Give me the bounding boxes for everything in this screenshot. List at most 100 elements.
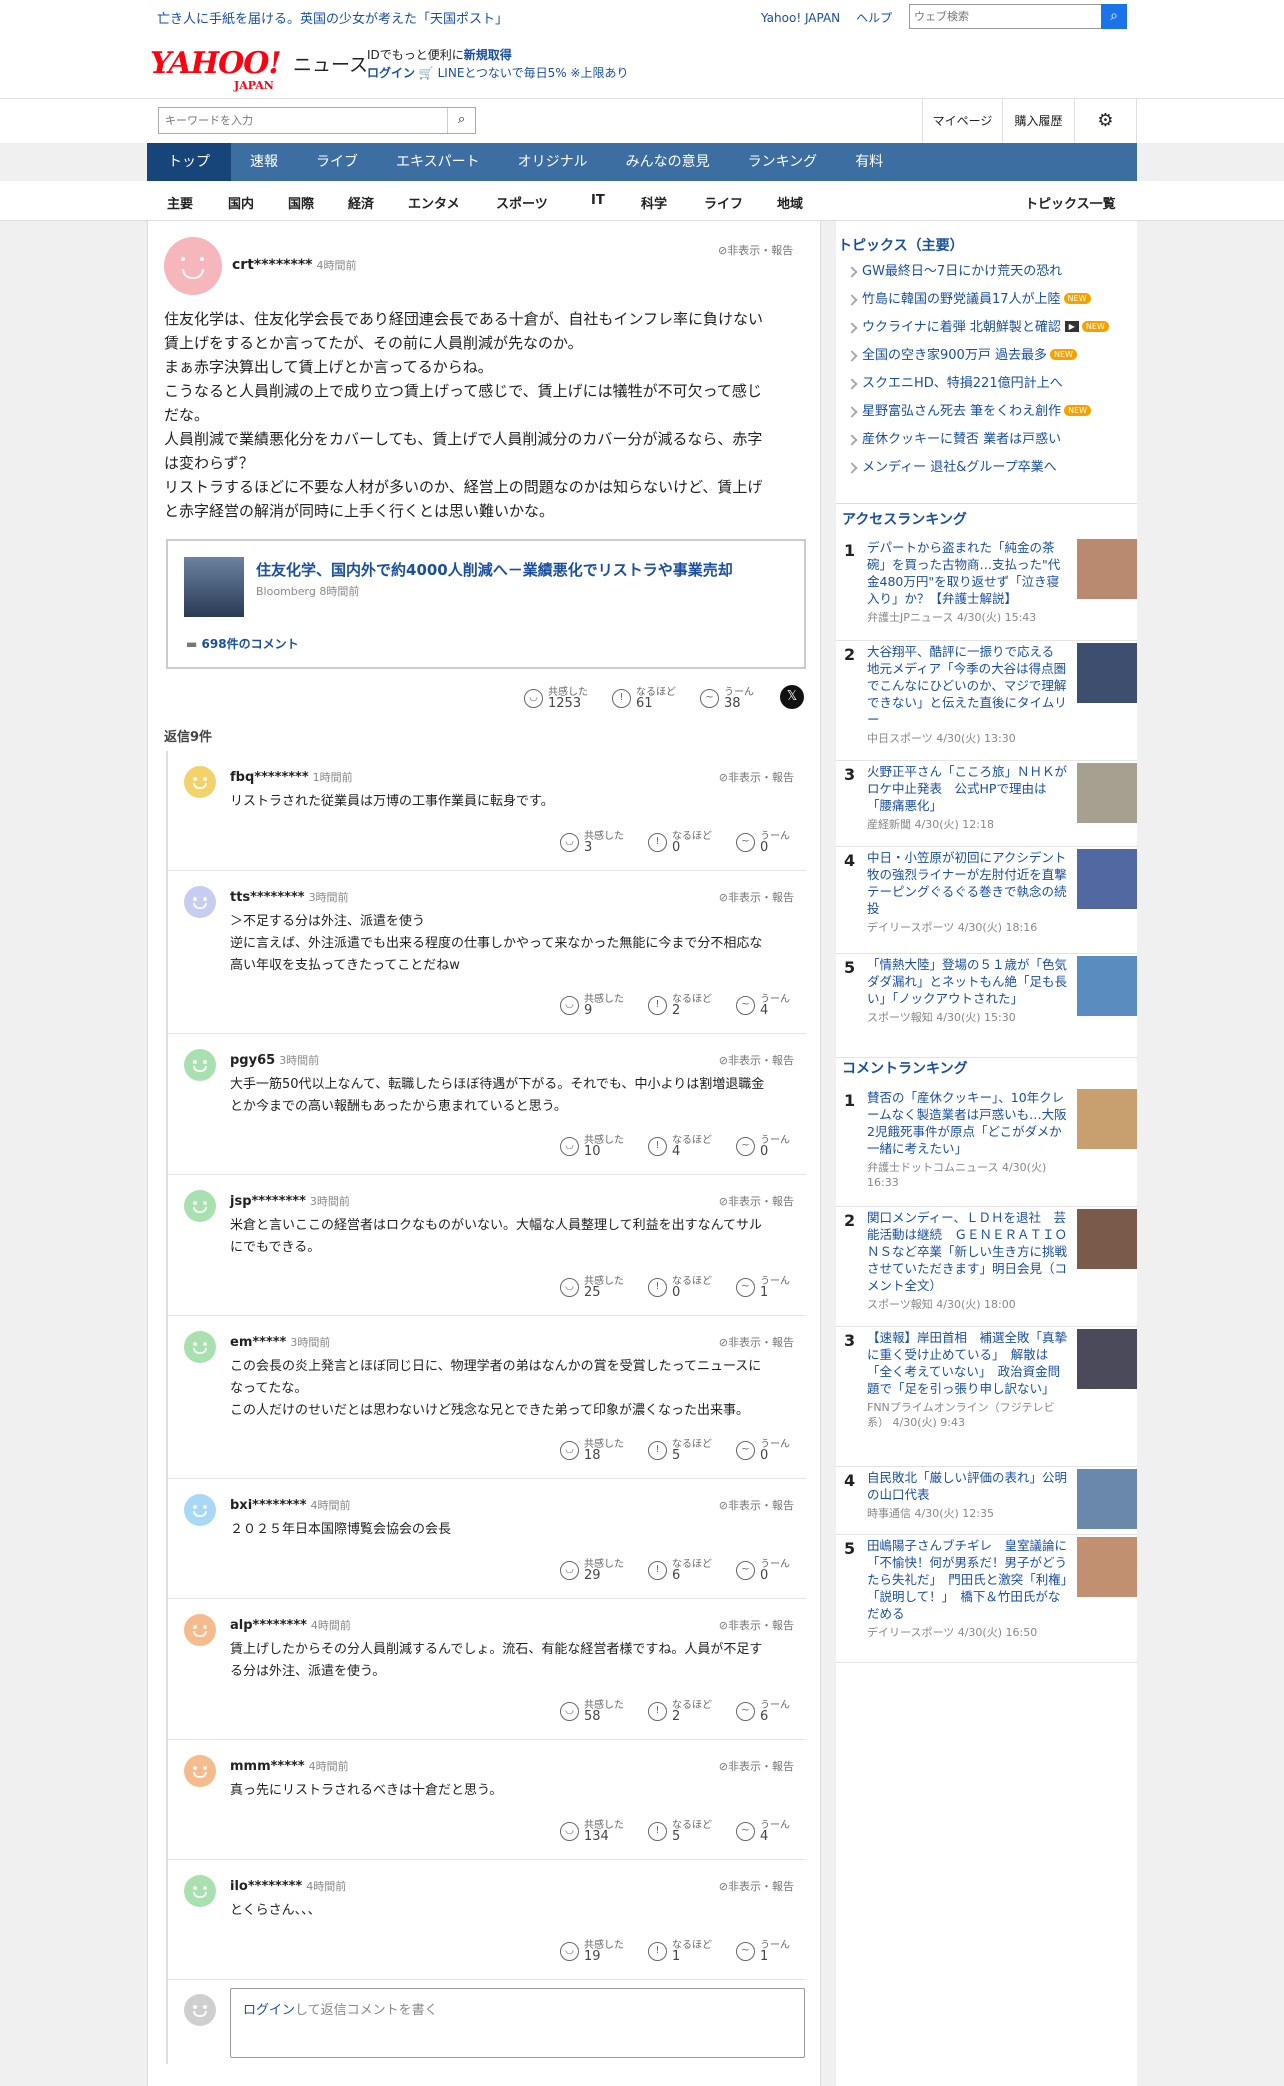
comment-username[interactable]: crt******** 4時間前 <box>232 257 356 273</box>
help-link[interactable]: ヘルプ <box>856 11 892 25</box>
avatar <box>164 237 222 295</box>
rank-title[interactable]: 賛否の「産休クッキー」、10年クレームなく製造業者は戸惑いも…大阪2児餓死事件が… <box>867 1089 1067 1157</box>
login-link[interactable]: ログイン <box>243 2003 295 2018</box>
x-share-icon[interactable]: 𝕏 <box>780 685 804 709</box>
hide-report-link[interactable]: ⊘非表示・報告 <box>719 1758 794 1774</box>
rank-title[interactable]: 田嶋陽子さんブチギレ 皇室議論に「不愉快！何が男系だ！男子がどうたら失礼だ」 門… <box>867 1537 1067 1622</box>
category-science[interactable]: 科学 <box>641 193 667 212</box>
hide-report-link[interactable]: ⊘非表示・報告 <box>719 1193 794 1209</box>
yahoo-japan-link[interactable]: Yahoo! JAPAN <box>761 11 840 25</box>
reaction-bar: ◡ 共感した 1253 ! なるほど 61 ~ うーん 38 <box>524 683 804 715</box>
reply-username[interactable]: bxi******** 4時間前 <box>230 1497 351 1513</box>
hide-report-link[interactable]: ⊘非表示・報告 <box>719 1334 794 1350</box>
ranking-item[interactable]: 2 関口メンディー、ＬＤＨを退社 芸能活動は継続 ＧＥＮＥＲＡＴＩＯＮＳなど卒業「… <box>836 1207 1137 1327</box>
topic-link[interactable]: ウクライナに着弾 北朝鮮製と確認 ▶ NEW <box>848 319 1138 347</box>
rank-title[interactable]: 火野正平さん「こころ旅」ＮＨＫがロケ中止発表 公式HPで理由は「腰痛悪化」 <box>867 763 1067 814</box>
reply-username[interactable]: jsp******** 3時間前 <box>230 1193 350 1209</box>
tab-opinion[interactable]: みんなの意見 <box>607 143 729 181</box>
web-search-input[interactable] <box>910 5 1100 28</box>
hide-report-link[interactable]: ⊘非表示・報告 <box>719 1878 794 1894</box>
news-logo-text[interactable]: ニュース <box>293 50 368 77</box>
ranking-item[interactable]: 5 田嶋陽子さんブチギレ 皇室議論に「不愉快！何が男系だ！男子がどうたら失礼だ」 … <box>836 1535 1137 1663</box>
hide-report-link[interactable]: ⊘非表示・報告 <box>719 769 794 785</box>
topic-link[interactable]: 全国の空き家900万戸 過去最多 NEW <box>848 347 1138 375</box>
block-icon: ⊘ <box>718 1499 728 1512</box>
frown-icon: ~ <box>736 833 755 852</box>
ranking-item[interactable]: 5 「情熱大陸」登場の５１歳が「色気ダダ漏れ」とネットもん絶「足も長い」「ノックア… <box>836 954 1137 1058</box>
hide-report-link[interactable]: ⊘非表示・報告 <box>718 242 793 258</box>
rank-title[interactable]: 中日・小笠原が初回にアクシデント 牧の強烈ライナーが左肘付近を直撃 テーピングぐ… <box>867 849 1079 917</box>
reply-username[interactable]: tts******** 3時間前 <box>230 889 349 905</box>
rank-number: 2 <box>844 1211 856 1230</box>
category-sports[interactable]: スポーツ <box>496 193 548 212</box>
reply-username[interactable]: alp******** 4時間前 <box>230 1617 351 1633</box>
promo-link[interactable]: 亡き人に手紙を届ける。英国の少女が考えた「天国ポスト」 <box>157 8 508 27</box>
block-icon: ⊘ <box>718 891 728 904</box>
topic-link[interactable]: 竹島に韓国の野党議員17人が上陸 NEW <box>848 291 1138 319</box>
ranking-item[interactable]: 2 大谷翔平、酷評に一振りで応える 地元メディア「今季の大谷は得点圏でこんなにひど… <box>836 641 1137 761</box>
rank-title[interactable]: 関口メンディー、ＬＤＨを退社 芸能活動は継続 ＧＥＮＥＲＡＴＩＯＮＳなど卒業「新… <box>867 1209 1067 1294</box>
topic-link[interactable]: スクエニHD、特損221億円計上へ <box>848 375 1138 403</box>
reply-username[interactable]: fbq******** 1時間前 <box>230 769 353 785</box>
ranking-item[interactable]: 1 デパートから盗まれた「純金の茶碗」を買った古物商…支払った"代金480万円"を… <box>836 537 1137 641</box>
topic-link[interactable]: 産休クッキーに賛否 業者は戸惑い <box>848 431 1138 459</box>
category-life[interactable]: ライフ <box>704 193 743 212</box>
hide-report-link[interactable]: ⊘非表示・報告 <box>719 1052 794 1068</box>
new-badge: NEW <box>1049 349 1077 360</box>
comment-count-link[interactable]: ▬ 698件のコメント <box>186 635 299 652</box>
rank-title[interactable]: 大谷翔平、酷評に一振りで応える 地元メディア「今季の大谷は得点圏でこんなにひどい… <box>867 643 1067 728</box>
web-search-button[interactable]: ⌕ <box>1101 4 1127 29</box>
rank-title[interactable]: 自民敗北「厳しい評価の表れ」公明の山口代表 <box>867 1469 1067 1503</box>
rank-thumbnail <box>1077 956 1137 1016</box>
reaction-bar: ◡ 共感した 18! なるほど 5 ~ うーん 0 <box>560 1435 800 1467</box>
hide-report-link[interactable]: ⊘非表示・報告 <box>719 889 794 905</box>
category-main[interactable]: 主要 <box>167 193 193 212</box>
tab-ranking[interactable]: ランキング <box>729 143 837 181</box>
line-promo-link[interactable]: LINEとつないで毎日5% ※上限あり <box>438 66 629 80</box>
rank-title[interactable]: デパートから盗まれた「純金の茶碗」を買った古物商…支払った"代金480万円"を取… <box>867 539 1067 607</box>
yahoo-logo[interactable]: YAHOO! JAPAN <box>150 46 282 92</box>
category-local[interactable]: 地域 <box>777 193 803 212</box>
tab-top[interactable]: トップ <box>147 143 231 181</box>
reply-time: 3時間前 <box>279 1054 320 1067</box>
mypage-link[interactable]: マイページ <box>922 99 1002 143</box>
hide-report-link[interactable]: ⊘非表示・報告 <box>719 1617 794 1633</box>
hide-report-link[interactable]: ⊘非表示・報告 <box>719 1497 794 1513</box>
smile-icon: ◡ <box>560 1942 579 1961</box>
keyword-input[interactable] <box>159 108 444 133</box>
ranking-item[interactable]: 3 火野正平さん「こころ旅」ＮＨＫがロケ中止発表 公式HPで理由は「腰痛悪化」 産経… <box>836 761 1137 847</box>
tab-original[interactable]: オリジナル <box>499 143 607 181</box>
topics-list-link[interactable]: トピックス一覧 <box>1025 193 1116 212</box>
search-icon[interactable]: ⌕ <box>447 108 475 133</box>
ranking-item[interactable]: 1 賛否の「産休クッキー」、10年クレームなく製造業者は戸惑いも…大阪2児餓死事件… <box>836 1087 1137 1207</box>
article-title[interactable]: 住友化学、国内外で約4000人削減へ－業績悪化でリストラや事業売却 <box>256 559 733 580</box>
reply-input[interactable]: ログインして返信コメントを書く <box>230 1988 805 2058</box>
tab-live[interactable]: ライブ <box>297 143 377 181</box>
ranking-item[interactable]: 4 自民敗北「厳しい評価の表れ」公明の山口代表 時事通信 4/30(火) 12:35 <box>836 1467 1137 1535</box>
rank-title[interactable]: 【速報】岸田首相 補選全敗「真摯に重く受け止めている」 解散は「全く考えていない… <box>867 1329 1067 1397</box>
reply-username[interactable]: pgy65 3時間前 <box>230 1052 319 1068</box>
reply-username[interactable]: ilo******** 4時間前 <box>230 1878 346 1894</box>
signup-link[interactable]: 新規取得 <box>464 48 512 62</box>
purchase-history-link[interactable]: 購入履歴 <box>1002 99 1074 143</box>
tab-breaking[interactable]: 速報 <box>231 143 297 181</box>
tab-paid[interactable]: 有料 <box>836 143 902 181</box>
article-link-card[interactable]: 住友化学、国内外で約4000人削減へ－業績悪化でリストラや事業売却 Bloomb… <box>166 539 806 669</box>
category-domestic[interactable]: 国内 <box>228 193 254 212</box>
frown-icon: ~ <box>736 1441 755 1460</box>
gear-icon[interactable]: ⚙ <box>1074 99 1137 143</box>
topic-link[interactable]: GW最終日～7日にかけ荒天の恐れ <box>848 263 1138 291</box>
category-economy[interactable]: 経済 <box>348 193 374 212</box>
rank-title[interactable]: 「情熱大陸」登場の５１歳が「色気ダダ漏れ」とネットもん絶「足も長い」「ノックアウ… <box>867 956 1067 1007</box>
category-entertainment[interactable]: エンタメ <box>408 193 460 212</box>
tab-expert[interactable]: エキスパート <box>377 143 499 181</box>
topic-link[interactable]: メンディー 退社&グループ卒業へ <box>848 459 1138 487</box>
reply-username[interactable]: mmm***** 4時間前 <box>230 1758 349 1774</box>
topic-link[interactable]: 星野富弘さん死去 筆をくわえ創作 NEW <box>848 403 1138 431</box>
category-it[interactable]: IT <box>591 193 605 208</box>
reply-username[interactable]: em***** 3時間前 <box>230 1334 330 1350</box>
ranking-item[interactable]: 3 【速報】岸田首相 補選全敗「真摯に重く受け止めている」 解散は「全く考えていな… <box>836 1327 1137 1467</box>
category-world[interactable]: 国際 <box>288 193 314 212</box>
login-link[interactable]: ログイン <box>367 66 415 80</box>
ranking-item[interactable]: 4 中日・小笠原が初回にアクシデント 牧の強烈ライナーが左肘付近を直撃 テーピング… <box>836 847 1137 954</box>
